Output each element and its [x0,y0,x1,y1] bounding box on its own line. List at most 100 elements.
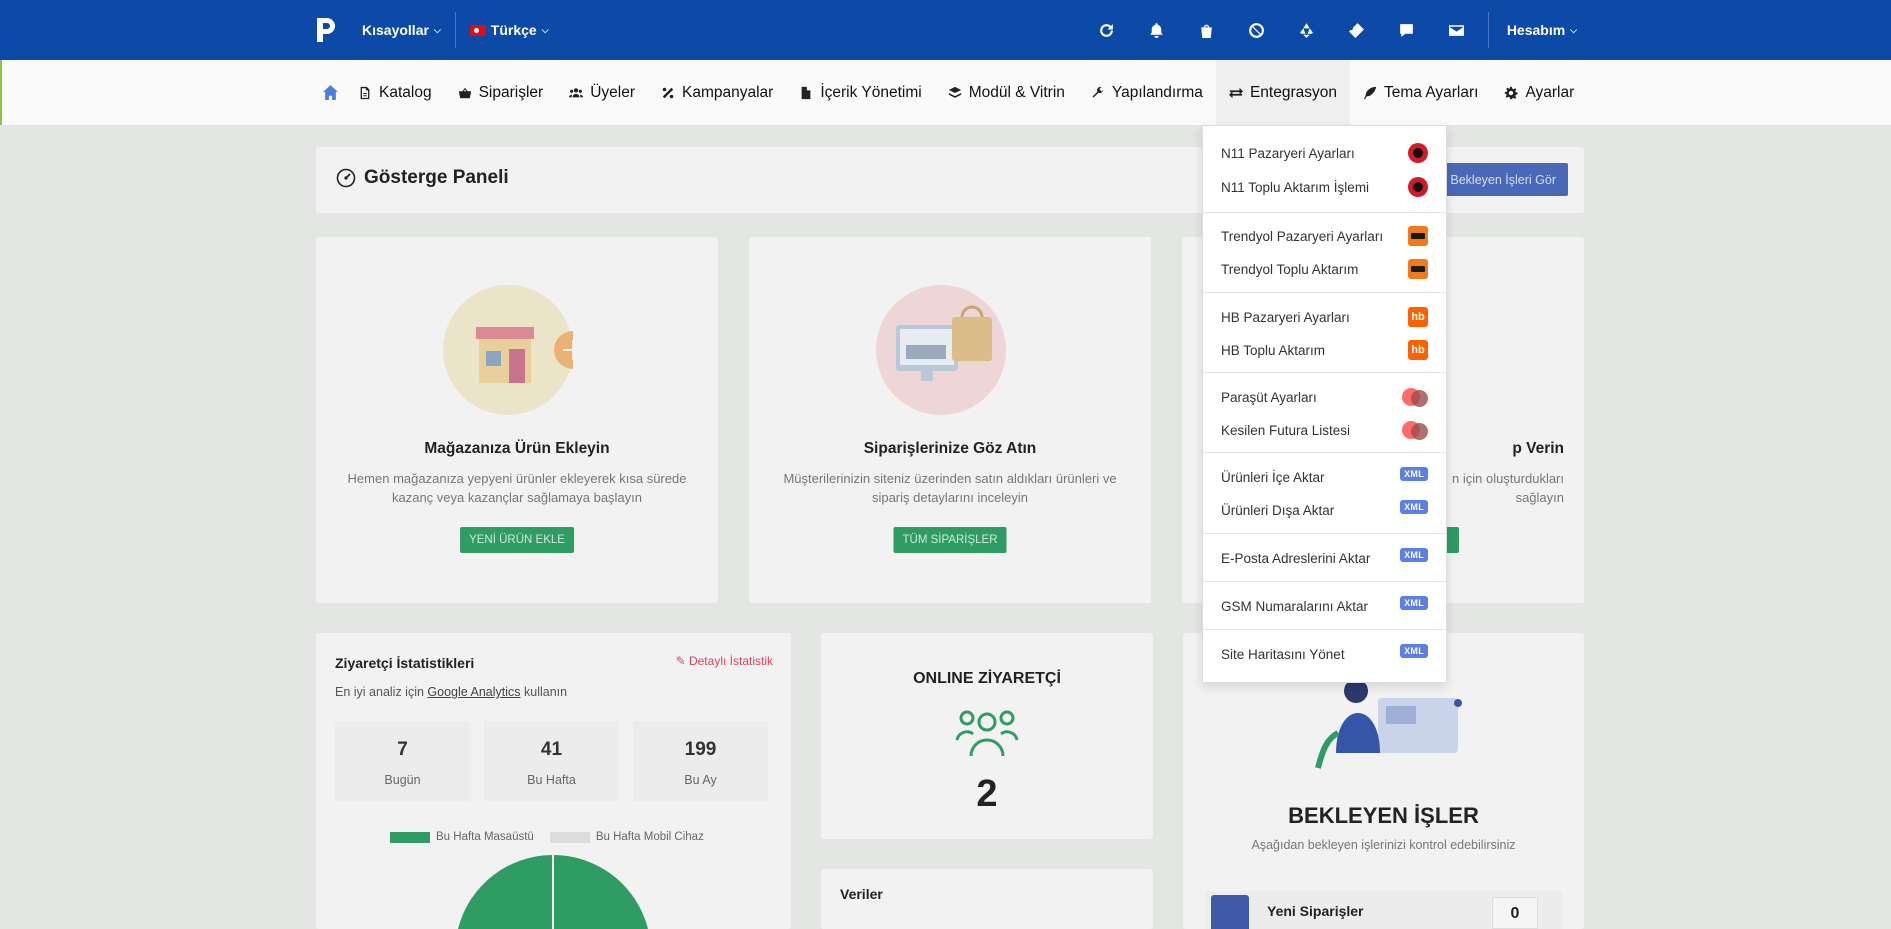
view-pending-label: Bekleyen İşleri Gör [1450,172,1556,187]
menu-item-label: Site Haritasını Yönet [1221,646,1345,662]
recycle-button[interactable] [1282,0,1332,60]
menu-item-sitemap[interactable]: Site Haritasını Yönet XML [1221,642,1428,666]
orders-button[interactable] [1182,0,1232,60]
nav-icerik-yonetimi[interactable]: İçerik Yönetimi [786,60,934,125]
dashboard-gauge-icon [336,168,356,188]
menu-item-label: HB Pazaryeri Ayarları [1221,309,1350,325]
menu-item-import-products[interactable]: Ürünleri İçe Aktar XML [1221,465,1428,489]
menu-item-label: Paraşüt Ayarları [1221,389,1317,405]
home-icon [323,85,338,100]
users-group-icon [955,710,1019,757]
nav-label: Entegrasyon [1249,83,1337,101]
language-dropdown[interactable]: Türkçe ⌵ [469,22,549,38]
nav-yapilandirma[interactable]: Yapılandırma [1078,60,1216,125]
google-analytics-link[interactable]: Google Analytics [427,685,520,699]
recycle-icon [1300,22,1314,38]
file-icon [801,86,811,99]
menu-item-label: Trendyol Pazaryeri Ayarları [1221,228,1384,244]
refresh-button[interactable] [1082,0,1132,60]
legend-swatch-mobile [549,831,590,843]
users-icon [569,87,584,97]
data-title: Veriler [840,886,883,902]
new-product-button[interactable]: YENİ ÜRÜN EKLE [460,527,574,553]
menu-item-hb-settings[interactable]: HB Pazaryeri Ayarları hb [1221,305,1428,329]
menu-item-label: N11 Toplu Aktarım İşlemi [1221,179,1370,195]
nav-siparisler[interactable]: Siparişler [445,60,557,125]
wrench-icon [1092,86,1104,98]
hepsiburada-logo-icon: hb [1408,307,1428,327]
online-count: 2 [976,773,998,815]
nav-label: Siparişler [478,83,544,101]
feature-card-add-product: Mağazanıza Ürün Ekleyin Hemen mağazanıza… [316,237,718,603]
messages-button[interactable] [1382,0,1432,60]
menu-item-trendyol-bulk[interactable]: Trendyol Toplu Aktarım [1221,257,1428,281]
envelope-icon [1449,24,1465,36]
xml-badge: XML [1400,467,1428,481]
detailed-stats-link[interactable]: ✎ Detaylı İstatistik [676,654,773,668]
nav-kampanyalar[interactable]: Kampanyalar [648,60,786,125]
nav-label: Modül & Vitrin [968,83,1065,101]
xml-badge: XML [1400,596,1428,610]
notifications-button[interactable] [1132,0,1182,60]
visitor-stats-card: Ziyaretçi İstatistikleri ✎ Detaylı İstat… [316,633,791,929]
menu-item-parasut-settings[interactable]: Paraşüt Ayarları [1221,385,1428,409]
nav-katalog[interactable]: Katalog [345,60,445,125]
logo-icon[interactable] [314,16,340,44]
menu-item-label: Ürünleri İçe Aktar [1221,469,1325,485]
menu-item-label: N11 Pazaryeri Ayarları [1221,145,1355,161]
comment-icon [1400,23,1414,37]
xml-badge: XML [1400,548,1428,562]
menu-item-hb-bulk[interactable]: HB Toplu Aktarım hb [1221,338,1428,362]
account-label: Hesabım [1506,22,1566,38]
nav-entegrasyon[interactable]: Entegrasyon [1215,60,1350,125]
dashboard-content: Gösterge Paneli Bekleyen İşleri Gör Mağa… [0,125,1891,929]
mail-button[interactable] [1432,0,1482,60]
device-pie-chart [457,855,649,929]
nav-ayarlar[interactable]: Ayarlar [1491,60,1587,125]
shortcuts-dropdown[interactable]: Kısayollar ⌵ [362,22,441,38]
blocked-button[interactable] [1232,0,1282,60]
menu-divider [1203,372,1446,373]
page-title: Gösterge Paneli [336,167,509,189]
work-illustration-icon [1315,679,1462,769]
nav-label: Yapılandırma [1111,83,1203,101]
menu-item-export-gsm[interactable]: GSM Numaralarını Aktar XML [1221,594,1428,618]
percent-icon [662,87,674,98]
menu-item-export-products[interactable]: Ürünleri Dışa Aktar XML [1221,498,1428,522]
menu-item-n11-settings[interactable]: N11 Pazaryeri Ayarları [1221,141,1428,165]
chevron-down-icon: ⌵ [541,24,549,35]
all-orders-button[interactable]: TÜM SİPARİŞLER [893,527,1007,553]
trendyol-logo-icon [1408,259,1428,279]
exchange-icon [1228,87,1243,98]
account-dropdown[interactable]: Hesabım ⌵ [1487,12,1577,48]
nav-uyeler[interactable]: Üyeler [556,60,648,125]
nav-modul-vitrin[interactable]: Modül & Vitrin [935,60,1078,125]
stat-value: 41 [540,739,563,760]
feature-title: Siparişlerinize Göz Atın [863,440,1037,457]
feature-card-orders: Siparişlerinize Göz Atın Müşterilerinizi… [749,237,1151,603]
pending-row-label: Yeni Siparişler [1267,903,1364,919]
nav-home[interactable] [322,60,345,125]
pending-row-count: 0 [1492,897,1538,929]
ban-icon [1249,22,1265,38]
stat-label: Bu Ay [684,773,717,787]
tickets-button[interactable] [1332,0,1382,60]
menu-item-futura-list[interactable]: Kesilen Futura Listesi [1221,418,1428,442]
basket-icon [458,87,471,98]
menu-item-n11-bulk[interactable]: N11 Toplu Aktarım İşlemi [1221,175,1428,199]
nav-label: Ayarlar [1525,83,1575,101]
feature-text: n için oluşturdukları sağlayın [1452,471,1564,505]
stat-today: 7 Bugün [335,721,470,801]
menu-item-export-emails[interactable]: E-Posta Adreslerini Aktar XML [1221,546,1428,570]
ticket-icon [1349,22,1365,38]
menu-divider [1203,452,1446,453]
hint-suffix: kullanın [524,685,568,699]
nav-tema-ayarlari[interactable]: Tema Ayarları [1350,60,1491,125]
pending-row-new-orders[interactable]: Yeni Siparişler 0 [1205,891,1562,929]
page-title-text: Gösterge Paneli [364,167,509,188]
stat-week: 41 Bu Hafta [484,721,619,801]
menu-item-trendyol-settings[interactable]: Trendyol Pazaryeri Ayarları [1221,224,1428,248]
pending-text: Aşağıdan bekleyen işlerinizi kontrol ede… [1251,838,1516,852]
menu-item-label: GSM Numaralarını Aktar [1221,598,1369,614]
chevron-down-icon: ⌵ [433,24,441,35]
